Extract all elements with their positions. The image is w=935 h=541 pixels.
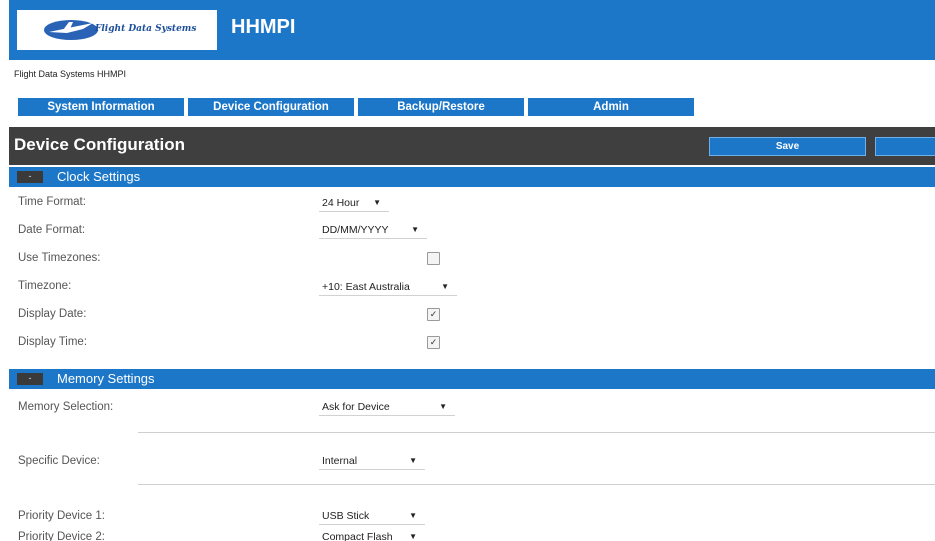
memory-selection-select[interactable]: Ask for Device ▼: [319, 398, 455, 416]
clock-settings-header: - Clock Settings: [9, 167, 935, 187]
memory-settings-collapse-button[interactable]: -: [17, 373, 43, 385]
clock-settings-collapse-button[interactable]: -: [17, 171, 43, 183]
date-format-value: DD/MM/YYYY: [322, 224, 389, 236]
tab-backup-restore[interactable]: Backup/Restore: [358, 98, 524, 116]
priority-device-2-label: Priority Device 2:: [18, 531, 105, 541]
display-time-checkbox[interactable]: ✓: [427, 336, 440, 349]
priority-device-2-value: Compact Flash: [322, 531, 393, 541]
page-header-bar: Device Configuration Save: [9, 127, 935, 165]
divider: [138, 484, 935, 485]
section-title-memory: Memory Settings: [57, 371, 155, 386]
priority-device-1-label: Priority Device 1:: [18, 510, 105, 522]
top-header: Flight Data Systems HHMPI: [9, 0, 935, 60]
memory-settings-header: - Memory Settings: [9, 369, 935, 389]
divider: [138, 432, 935, 433]
chevron-down-icon: ▼: [409, 511, 417, 520]
specific-device-select[interactable]: Internal ▼: [319, 452, 425, 470]
app-frame: Flight Data Systems HHMPI Flight Data Sy…: [0, 0, 935, 541]
specific-device-value: Internal: [322, 455, 358, 467]
secondary-header-button[interactable]: [875, 137, 935, 156]
tab-system-information[interactable]: System Information: [18, 98, 184, 116]
timezone-label: Timezone:: [18, 280, 72, 292]
time-format-select[interactable]: 24 Hour ▼: [319, 194, 389, 212]
date-format-select[interactable]: DD/MM/YYYY ▼: [319, 221, 427, 239]
logo-text: Flight Data Systems: [95, 24, 197, 34]
tab-admin[interactable]: Admin: [528, 98, 694, 116]
checkmark-icon: ✓: [429, 309, 438, 319]
chevron-down-icon: ▼: [409, 532, 417, 541]
priority-device-1-select[interactable]: USB Stick ▼: [319, 507, 425, 525]
priority-device-1-value: USB Stick: [322, 510, 370, 522]
display-time-label: Display Time:: [18, 336, 88, 348]
use-timezones-checkbox[interactable]: [427, 252, 440, 265]
memory-selection-value: Ask for Device: [322, 401, 390, 413]
use-timezones-label: Use Timezones:: [18, 252, 101, 264]
chevron-down-icon: ▼: [373, 198, 381, 207]
left-margin: [0, 0, 9, 541]
tab-device-configuration[interactable]: Device Configuration: [188, 98, 354, 116]
time-format-label: Time Format:: [18, 196, 86, 208]
timezone-value: +10: East Australia: [322, 281, 410, 293]
airplane-logo-icon: [44, 20, 98, 40]
checkmark-icon: ✓: [429, 337, 438, 347]
chevron-down-icon: ▼: [409, 456, 417, 465]
logo: Flight Data Systems: [17, 10, 217, 50]
section-title-clock: Clock Settings: [57, 169, 141, 184]
time-format-value: 24 Hour: [322, 197, 360, 209]
save-button[interactable]: Save: [709, 137, 866, 156]
memory-selection-label: Memory Selection:: [18, 401, 114, 413]
page-title: Device Configuration: [14, 135, 185, 154]
app-name: HHMPI: [231, 16, 296, 38]
chevron-down-icon: ▼: [441, 282, 449, 291]
display-date-checkbox[interactable]: ✓: [427, 308, 440, 321]
priority-device-2-select[interactable]: Compact Flash ▼: [319, 528, 425, 541]
chevron-down-icon: ▼: [411, 225, 419, 234]
chevron-down-icon: ▼: [439, 402, 447, 411]
display-date-label: Display Date:: [18, 308, 87, 320]
site-subtitle: Flight Data Systems HHMPI: [14, 69, 127, 79]
specific-device-label: Specific Device:: [18, 455, 100, 467]
timezone-select[interactable]: +10: East Australia ▼: [319, 278, 457, 296]
date-format-label: Date Format:: [18, 224, 86, 236]
